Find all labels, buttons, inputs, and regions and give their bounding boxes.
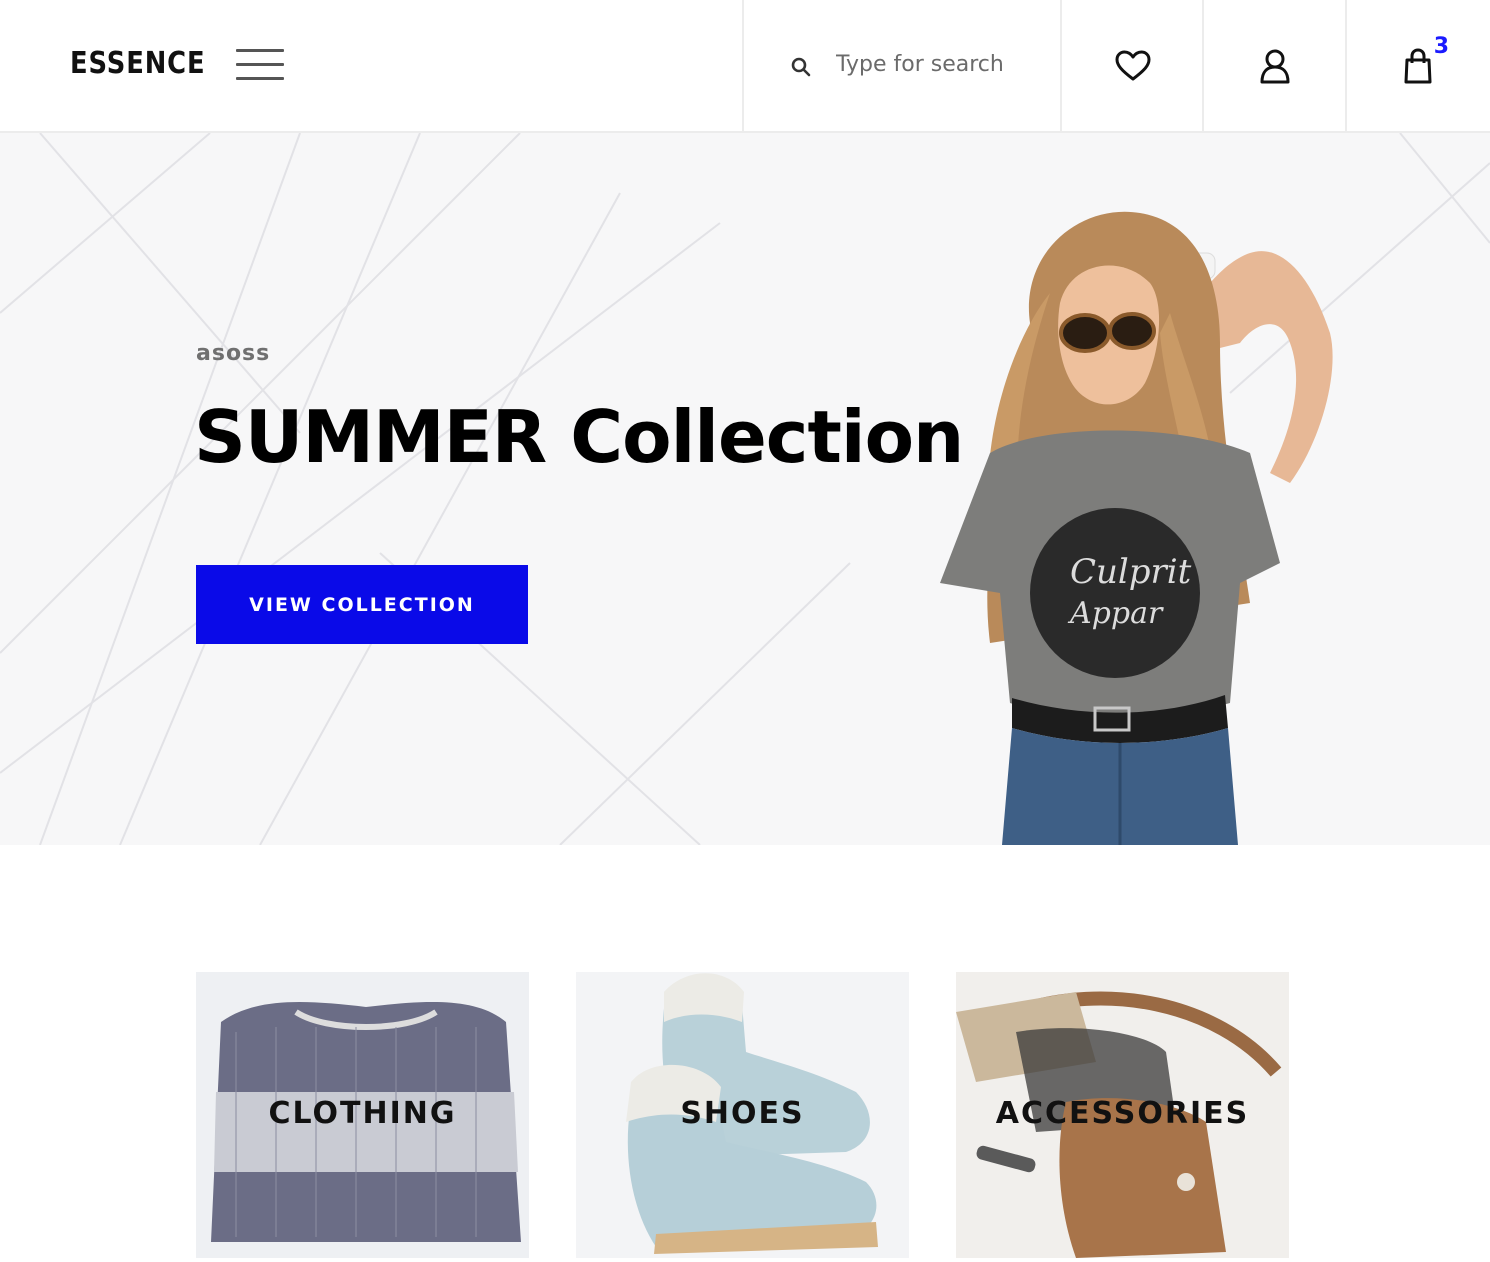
hero-title: SUMMER Collection [194,395,964,479]
category-label: SHOES [680,1096,805,1131]
shopping-bag-icon [1404,47,1432,83]
svg-text:Culprit: Culprit [1070,552,1192,592]
category-shoes[interactable]: SHOES [576,972,909,1258]
hero-model-image: Culprit Appar [940,211,1333,845]
view-collection-button[interactable]: VIEW COLLECTION [196,565,528,644]
account-button[interactable] [1204,0,1346,131]
svg-text:Appar: Appar [1067,596,1164,631]
cart-button[interactable]: 3 [1347,0,1489,131]
cart-count-badge: 3 [1433,34,1449,59]
category-accessories[interactable]: ACCESSORIES [956,972,1289,1258]
site-logo[interactable]: ESSENCE [70,46,205,81]
menu-icon[interactable] [236,49,284,81]
category-label: ACCESSORIES [995,1096,1250,1131]
search-box [744,0,1060,131]
category-clothing[interactable]: CLOTHING [196,972,529,1258]
hero-banner: asoss SUMMER Collection VIEW COLLECTION … [0,133,1490,845]
search-input[interactable] [836,44,1046,84]
hero-brand-label: asoss [196,341,271,366]
user-icon [1260,49,1290,83]
search-icon[interactable] [790,56,812,78]
wishlist-button[interactable] [1062,0,1204,131]
heart-icon [1115,50,1151,80]
site-header: ESSENCE 3 [0,0,1490,133]
category-label: CLOTHING [268,1096,457,1131]
